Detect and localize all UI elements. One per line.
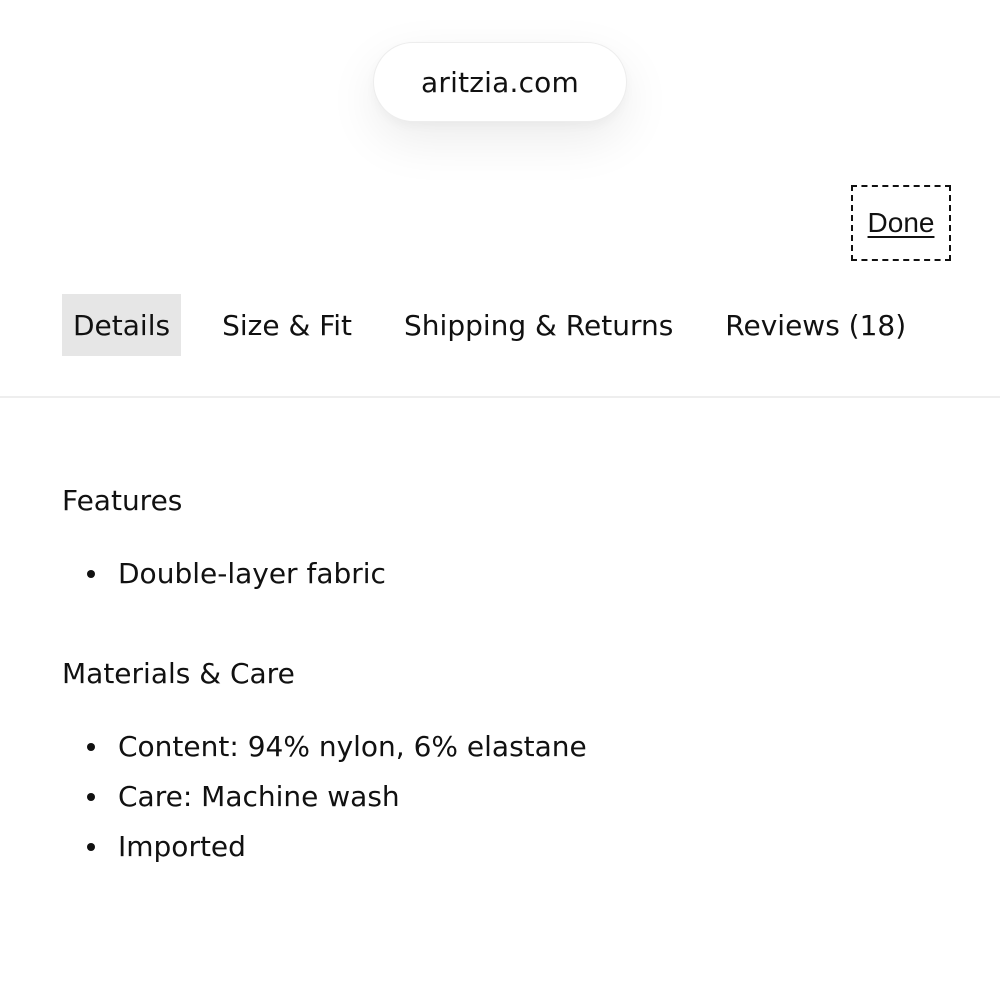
tab-bar: Details Size & Fit Shipping & Returns Re… [62,294,906,356]
features-heading: Features [62,484,183,517]
bullet-icon [87,570,95,578]
url-bar[interactable]: aritzia.com [373,42,627,122]
bullet-icon [87,793,95,801]
list-item: Care: Machine wash [62,772,587,822]
list-item-text: Double-layer fabric [118,557,386,590]
tab-shipping-returns[interactable]: Shipping & Returns [404,294,673,356]
list-item: Content: 94% nylon, 6% elastane [62,722,587,772]
bullet-icon [87,743,95,751]
list-item: Double-layer fabric [62,549,386,599]
features-list: Double-layer fabric [62,549,386,599]
tab-size-fit[interactable]: Size & Fit [222,294,352,356]
tab-reviews[interactable]: Reviews (18) [725,294,906,356]
product-details-page: aritzia.com Done Details Size & Fit Ship… [0,0,1000,1000]
list-item-text: Content: 94% nylon, 6% elastane [118,730,587,763]
list-item: Imported [62,822,587,872]
tab-divider [0,396,1000,398]
list-item-text: Care: Machine wash [118,780,400,813]
list-item-text: Imported [118,830,246,863]
tab-details[interactable]: Details [62,294,182,356]
materials-care-heading: Materials & Care [62,657,295,690]
materials-care-list: Content: 94% nylon, 6% elastane Care: Ma… [62,722,587,872]
bullet-icon [87,843,95,851]
url-text: aritzia.com [421,65,579,99]
done-button[interactable]: Done [851,185,951,261]
